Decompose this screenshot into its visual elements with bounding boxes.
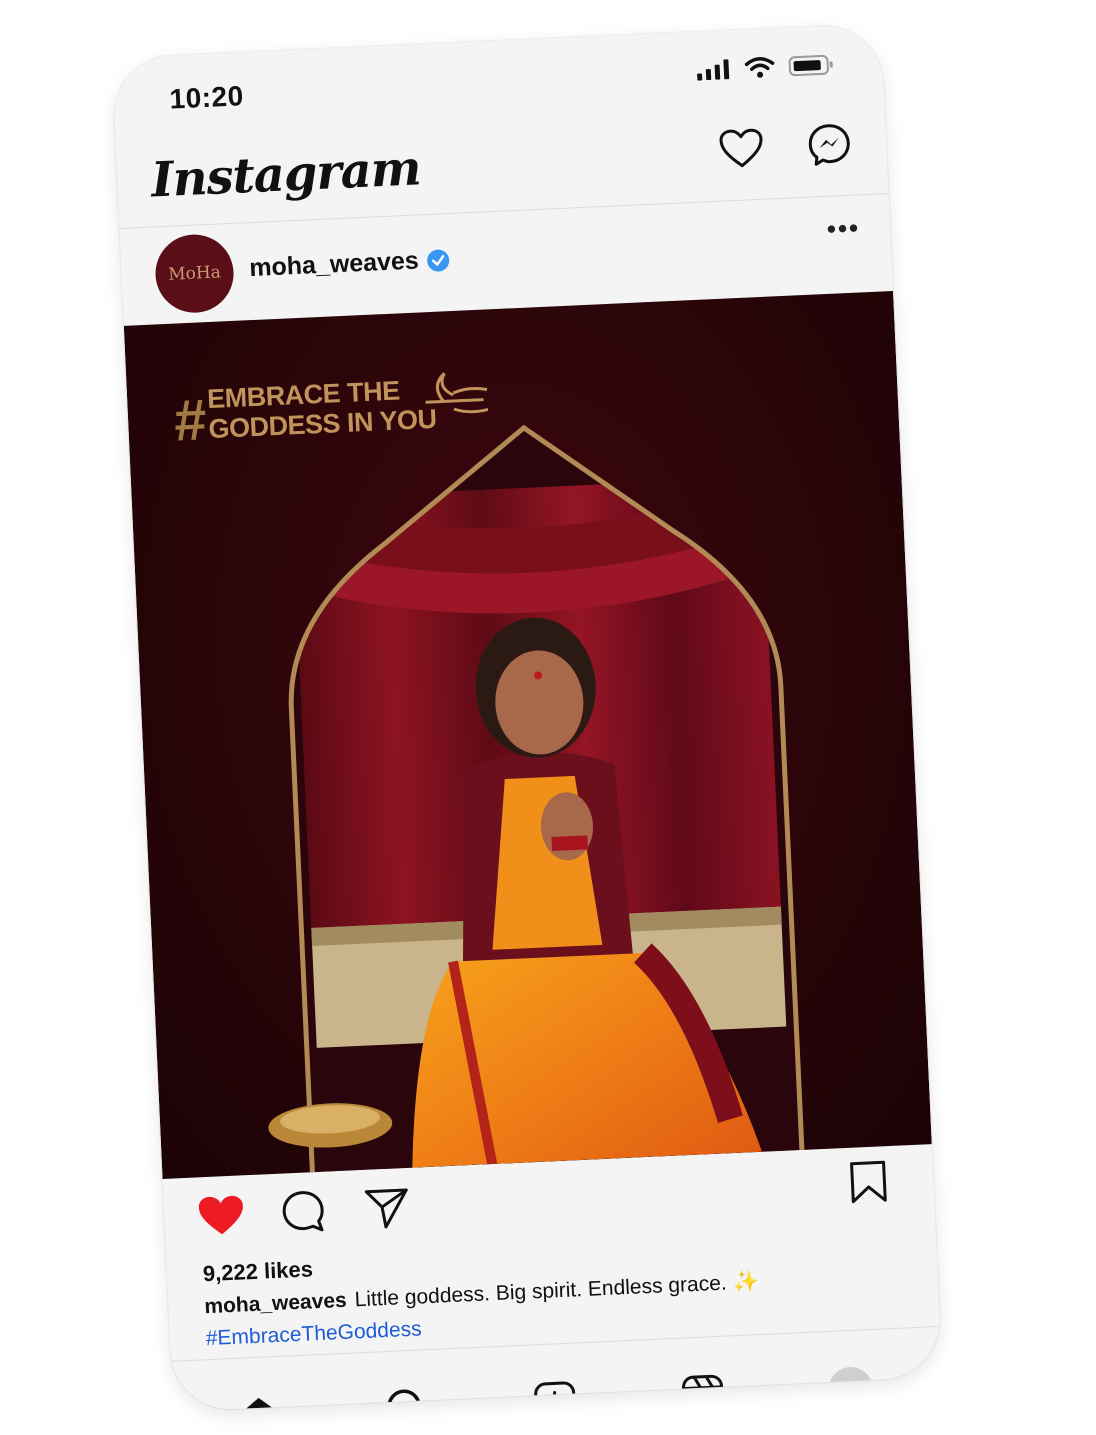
tagline-hash: # xyxy=(172,387,208,454)
wifi-icon xyxy=(744,57,775,78)
nav-add[interactable] xyxy=(526,1373,584,1412)
bookmark-icon xyxy=(850,1160,887,1204)
save-button[interactable] xyxy=(840,1154,896,1210)
nav-home[interactable] xyxy=(230,1387,288,1412)
signal-icon xyxy=(697,59,730,81)
nav-reels[interactable] xyxy=(674,1366,732,1412)
phone-frame: 10:20 Instagram MoHa moha_weaves ••• # E… xyxy=(111,23,943,1412)
notifications-button[interactable] xyxy=(715,123,767,175)
reels-icon xyxy=(682,1374,724,1412)
likes-count[interactable]: 9,222 likes xyxy=(202,1256,313,1287)
post-image[interactable]: # EMBRACE THE GODDESS IN YOU xyxy=(123,290,932,1180)
more-options-button[interactable]: ••• xyxy=(826,212,861,244)
trishul-icon xyxy=(425,372,489,414)
like-button[interactable] xyxy=(193,1187,249,1243)
home-icon xyxy=(240,1397,280,1412)
instagram-logo[interactable]: Instagram xyxy=(150,140,422,208)
verified-badge-icon xyxy=(426,248,450,272)
caption-hashtag[interactable]: #EmbraceTheGoddess xyxy=(205,1317,422,1351)
avatar[interactable]: MoHa xyxy=(153,232,236,315)
profile-avatar xyxy=(827,1366,874,1412)
messenger-icon xyxy=(808,124,850,166)
heart-icon xyxy=(719,128,763,168)
heart-filled-icon xyxy=(198,1195,243,1235)
nav-profile[interactable] xyxy=(822,1360,880,1412)
comment-button[interactable] xyxy=(275,1183,331,1239)
caption-username[interactable]: moha_weaves xyxy=(204,1289,347,1318)
battery-icon xyxy=(788,54,833,77)
share-button[interactable] xyxy=(359,1180,415,1236)
sparkles-emoji: ✨ xyxy=(732,1270,760,1295)
comment-icon xyxy=(282,1191,324,1232)
post-username[interactable]: moha_weaves xyxy=(249,245,450,283)
nav-search[interactable] xyxy=(378,1380,436,1412)
username-text: moha_weaves xyxy=(248,246,420,283)
search-icon xyxy=(387,1389,421,1412)
status-icons xyxy=(696,53,835,81)
add-icon xyxy=(534,1381,576,1412)
messages-button[interactable] xyxy=(803,119,855,171)
status-time: 10:20 xyxy=(168,80,245,115)
share-icon xyxy=(364,1188,408,1229)
caption-text: Little goddess. Big spirit. Endless grac… xyxy=(354,1271,728,1312)
